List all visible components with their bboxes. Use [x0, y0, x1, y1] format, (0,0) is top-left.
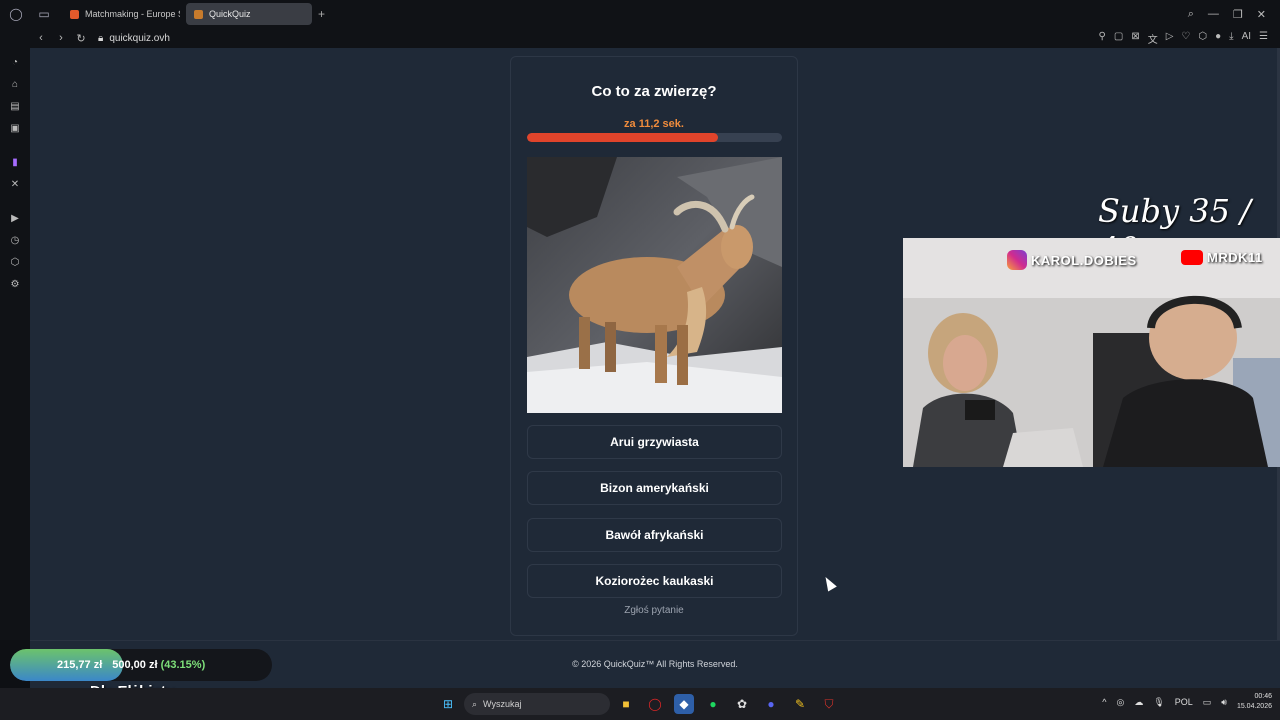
- browser-sidebar: ◔ ⌂ ▤ ▣ ▮ ✕ ▶ ◷ ⬡ ⚙: [0, 48, 30, 640]
- settings-icon[interactable]: ⚙: [7, 276, 23, 292]
- window-controls: ⌕ — ❐ ✕: [1188, 8, 1280, 21]
- answer-button-1[interactable]: Arui grzywiasta: [527, 425, 782, 459]
- x-icon[interactable]: ✕: [7, 176, 23, 192]
- donation-goal-text: 215,77 zł 500,00 zł (43.15%): [10, 649, 272, 681]
- heart-icon[interactable]: ♡: [1181, 31, 1190, 46]
- reload-icon[interactable]: ↻: [72, 32, 90, 45]
- donation-goal-bar: 215,77 zł 500,00 zł (43.15%): [10, 649, 272, 681]
- profile-icon[interactable]: ●: [1215, 31, 1221, 46]
- chevron-up-icon[interactable]: ^: [1102, 697, 1106, 707]
- tab-label: QuickQuiz: [209, 9, 251, 19]
- search-icon: ⌕: [472, 698, 478, 709]
- menu-icon[interactable]: ☰: [1259, 31, 1268, 46]
- report-question-link[interactable]: Zgłoś pytanie: [511, 605, 797, 616]
- donation-percent: (43.15%): [160, 659, 206, 671]
- ai-button[interactable]: AI: [1242, 31, 1251, 46]
- donation-current: 215,77 zł: [57, 659, 103, 671]
- quiz-card: Co to za zwierzę? za 11,2 sek. Arui grzy…: [510, 56, 798, 636]
- youtube-handle-text: MRDK11: [1207, 250, 1263, 265]
- chatgpt-icon[interactable]: ✿: [732, 694, 752, 714]
- aria-icon[interactable]: ◔: [7, 54, 23, 70]
- instagram-handle: KAROL.DOBIES: [1007, 250, 1137, 270]
- answer-button-2[interactable]: Bizon amerykański: [527, 471, 782, 505]
- opera-news-icon[interactable]: ▣: [7, 120, 23, 136]
- youtube-handle: MRDK11: [1181, 250, 1263, 265]
- answer-button-4[interactable]: Koziorożec kaukaski: [527, 564, 782, 598]
- address-bar-row: ‹ › ↻ 🔒︎ quickquiz.ovh ⚲ ▢ ⊠ 文 ▷ ♡ ⬡ ● ⤓…: [0, 28, 1280, 48]
- pin-icon[interactable]: ⚲: [1099, 31, 1106, 46]
- tray-app-icon[interactable]: ◎: [1116, 697, 1124, 708]
- player-icon[interactable]: ▷: [1166, 31, 1174, 46]
- timer-progress-bar: [527, 133, 782, 142]
- bookmarks-icon[interactable]: ⌂: [7, 76, 23, 92]
- app-icon[interactable]: ◆: [674, 694, 694, 714]
- adblock-icon[interactable]: ⊠: [1131, 31, 1139, 46]
- webcam-feed: KAROL.DOBIES MRDK11: [903, 238, 1280, 467]
- question-title: Co to za zwierzę?: [591, 83, 717, 100]
- workspaces-icon[interactable]: ▭: [32, 4, 56, 24]
- spotify-icon[interactable]: ●: [703, 694, 723, 714]
- file-explorer-icon[interactable]: ■: [616, 694, 636, 714]
- address-field[interactable]: 🔒︎ quickquiz.ovh: [98, 33, 170, 44]
- minimize-icon[interactable]: —: [1208, 8, 1219, 21]
- history-icon[interactable]: ◷: [7, 232, 23, 248]
- animal-photo: [527, 157, 782, 413]
- instagram-handle-text: KAROL.DOBIES: [1031, 252, 1137, 268]
- download-icon[interactable]: ⤓: [1229, 31, 1233, 46]
- opera-icon[interactable]: ◯: [645, 694, 665, 714]
- twitch-icon[interactable]: ▮: [7, 154, 23, 170]
- forward-icon[interactable]: ›: [52, 32, 70, 44]
- windows-start-icon[interactable]: ⊞: [438, 694, 458, 714]
- back-icon[interactable]: ‹: [32, 32, 50, 44]
- system-tray: ^ ◎ ☁ 🎙︎ POL ▭ 🔊︎ 00:46 15.04.2026: [1102, 692, 1272, 712]
- cloud-icon[interactable]: ☁: [1134, 697, 1143, 708]
- microphone-icon[interactable]: 🎙︎: [1153, 697, 1164, 708]
- notepad-icon[interactable]: ✎: [790, 694, 810, 714]
- timer-text: za 11,2 sek.: [624, 118, 684, 130]
- instagram-icon: [1007, 250, 1027, 270]
- close-icon[interactable]: ✕: [1257, 8, 1266, 21]
- language-indicator[interactable]: POL: [1175, 697, 1193, 707]
- tab-quickquiz[interactable]: QuickQuiz: [186, 3, 312, 25]
- shield-icon[interactable]: ⛉: [819, 694, 839, 714]
- timer-progress-fill: [527, 133, 719, 142]
- restore-icon[interactable]: ❐: [1233, 8, 1243, 21]
- goat-image: [527, 157, 782, 413]
- volume-icon[interactable]: 🔊︎: [1221, 697, 1227, 708]
- taskbar-search[interactable]: ⌕ Wyszukaj: [464, 693, 610, 715]
- toolbar-icons: ⚲ ▢ ⊠ 文 ▷ ♡ ⬡ ● ⤓ AI ☰: [1099, 31, 1280, 46]
- new-tab-icon[interactable]: +: [318, 7, 325, 21]
- extensions-icon[interactable]: ⬡: [1198, 31, 1207, 46]
- clock-time: 00:46: [1254, 693, 1272, 700]
- notes-icon[interactable]: ▤: [7, 98, 23, 114]
- clock-date: 15.04.2026: [1236, 703, 1272, 710]
- lock-icon: 🔒︎: [98, 32, 104, 44]
- clock[interactable]: 00:46 15.04.2026: [1237, 692, 1272, 712]
- snapshot-icon[interactable]: ▢: [1114, 31, 1123, 46]
- discord-icon[interactable]: ●: [761, 694, 781, 714]
- taskbar-search-placeholder: Wyszukaj: [483, 699, 522, 709]
- opera-menu-icon[interactable]: ◯: [4, 4, 28, 24]
- translate-icon[interactable]: 文: [1148, 31, 1158, 46]
- tab-matchmaking[interactable]: Matchmaking - Europe Sv...: [62, 3, 180, 25]
- player-icon[interactable]: ▶: [7, 210, 23, 226]
- youtube-icon: [1181, 250, 1203, 265]
- tab-label: Matchmaking - Europe Sv...: [85, 9, 180, 19]
- windows-taskbar: ⊞ ⌕ Wyszukaj ■ ◯ ◆ ● ✿ ● ✎ ⛉ ^ ◎ ☁ 🎙︎ PO…: [0, 688, 1280, 720]
- browser-tab-bar: ◯ ▭ Matchmaking - Europe Sv... QuickQuiz…: [0, 0, 1280, 28]
- search-tabs-icon[interactable]: ⌕: [1188, 8, 1194, 21]
- quickquiz-favicon-icon: [194, 9, 203, 19]
- network-icon[interactable]: ▭: [1203, 697, 1212, 708]
- answer-button-3[interactable]: Bawół afrykański: [527, 518, 782, 552]
- url-text: quickquiz.ovh: [109, 32, 170, 44]
- donation-goal: 500,00 zł: [112, 659, 158, 671]
- matchmaking-favicon-icon: [70, 9, 79, 19]
- webcam-image: [903, 238, 1280, 467]
- extensions-icon[interactable]: ⬡: [7, 254, 23, 270]
